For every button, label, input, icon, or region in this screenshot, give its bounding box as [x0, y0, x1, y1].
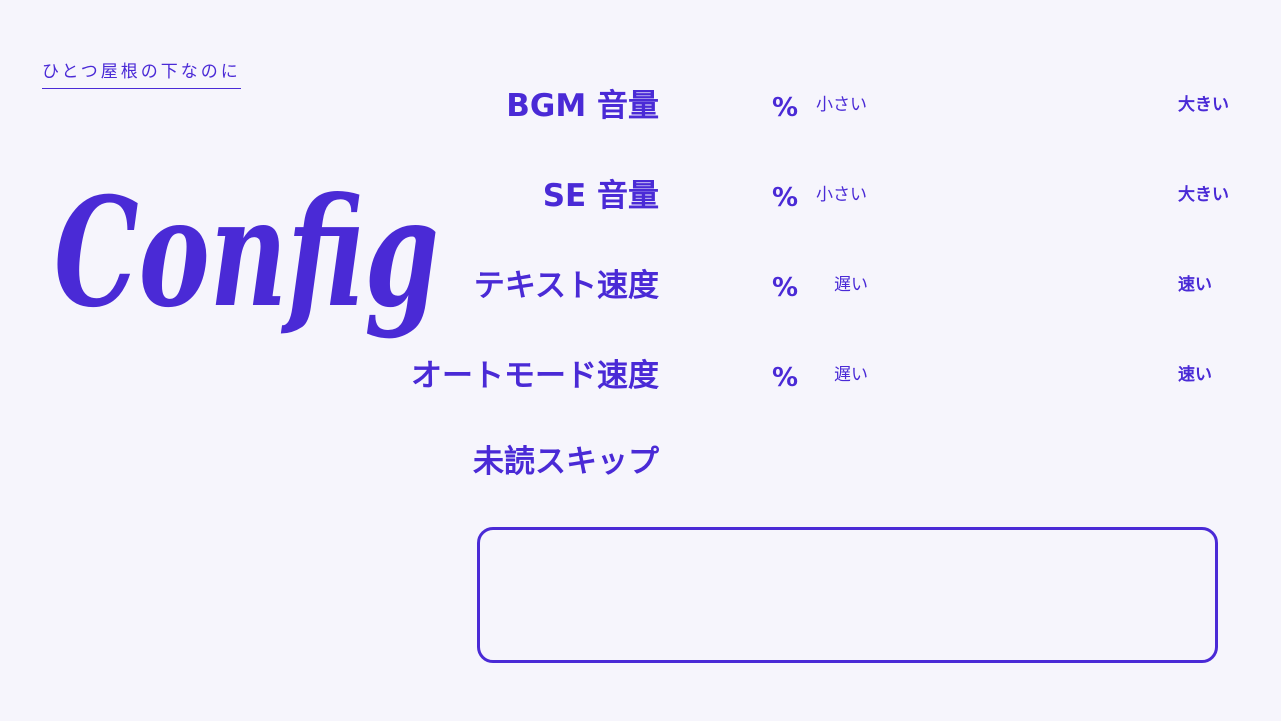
auto-mode-speed-percent: %: [772, 363, 799, 393]
se-volume-percent: %: [772, 183, 799, 213]
skip-unread-label: 未読スキップ: [473, 444, 659, 480]
auto-mode-speed-high-label: 速い: [1178, 365, 1212, 385]
game-logo: ひとつ屋根の下なのに: [42, 60, 241, 89]
text-speed-label: テキスト速度: [473, 268, 659, 304]
bgm-volume-high-label: 大きい: [1178, 95, 1229, 115]
config-title: Config: [54, 165, 439, 341]
text-speed-percent: %: [772, 273, 799, 303]
bgm-volume-low-label: 小さい: [816, 95, 867, 115]
se-volume-label: SE 音量: [542, 178, 659, 214]
bgm-volume-label: BGM 音量: [506, 88, 659, 124]
text-speed-high-label: 速い: [1178, 275, 1212, 295]
config-title-text: Config: [54, 165, 439, 341]
text-speed-low-label: 遅い: [834, 275, 868, 295]
se-volume-high-label: 大きい: [1178, 185, 1229, 205]
auto-mode-speed-label: オートモード速度: [411, 358, 659, 394]
message-preview-box: [477, 527, 1218, 663]
bgm-volume-percent: %: [772, 93, 799, 123]
auto-mode-speed-low-label: 遅い: [834, 365, 868, 385]
se-volume-low-label: 小さい: [816, 185, 867, 205]
